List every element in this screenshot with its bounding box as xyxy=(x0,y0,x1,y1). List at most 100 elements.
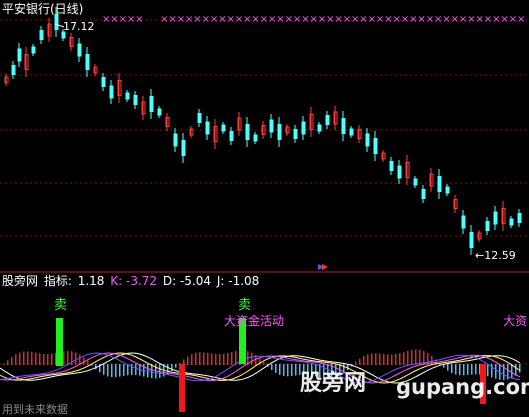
marker-x: × xyxy=(442,14,450,25)
marker-x: × xyxy=(135,14,143,25)
price-candles xyxy=(4,7,522,255)
marker-x: × xyxy=(127,14,135,25)
candle-body xyxy=(109,85,114,99)
candle-body xyxy=(493,211,498,225)
top-markers: × × × × × × × × × × × × × × × × × × × × × × × × × × × × × × × × × × × × × × × ×… xyxy=(102,14,525,25)
histogram-bar xyxy=(371,353,373,365)
marker-x: × xyxy=(285,14,293,25)
marker-x: × xyxy=(476,14,484,25)
marker-x: × xyxy=(251,14,259,25)
marker-x: × xyxy=(351,14,359,25)
histogram-bar xyxy=(11,356,13,365)
scroll-arrow-icon-2[interactable] xyxy=(322,264,328,270)
histogram-bar xyxy=(227,352,229,365)
histogram-bar xyxy=(63,351,65,365)
histogram-bar xyxy=(459,364,461,376)
histogram-bar xyxy=(363,356,365,365)
candle-body xyxy=(485,221,490,231)
histogram-bar xyxy=(379,353,381,365)
histogram-bar xyxy=(279,364,281,375)
histogram-bar xyxy=(451,364,453,374)
marker-x: × xyxy=(160,14,168,25)
candle-body xyxy=(149,96,154,112)
marker-x: × xyxy=(202,14,210,25)
candle-body xyxy=(157,108,162,116)
candle-body xyxy=(277,124,282,140)
histogram-bar xyxy=(19,352,21,365)
window-title: 平安银行(日线) xyxy=(2,2,84,16)
histogram-bar xyxy=(7,360,9,365)
histogram-bar xyxy=(455,364,457,375)
candle-body xyxy=(253,134,258,142)
histogram-bar xyxy=(35,352,37,365)
histogram-bar xyxy=(231,351,233,365)
histogram-bar xyxy=(51,353,53,365)
watermark-domain: gupang.com xyxy=(396,375,529,399)
sell-signal-2: 卖 xyxy=(238,298,252,313)
histogram-bar xyxy=(415,349,417,365)
candle-body xyxy=(125,92,130,100)
indicator-value: 1.18 xyxy=(77,274,105,288)
candle-body xyxy=(85,54,90,70)
candle-body xyxy=(11,65,16,75)
candle-body xyxy=(205,121,210,135)
indicator-name[interactable]: 股旁网 xyxy=(2,274,38,288)
candle-body xyxy=(245,124,250,140)
histogram-bar xyxy=(375,353,377,365)
histogram-bar xyxy=(15,354,17,365)
candle-body xyxy=(54,14,59,30)
candle-body xyxy=(413,178,418,186)
histogram-bar xyxy=(387,354,389,365)
marker-x: × xyxy=(334,14,342,25)
histogram-bar xyxy=(519,364,521,373)
marker-x: × xyxy=(210,14,218,25)
histogram-bar xyxy=(107,364,109,377)
histogram-bar xyxy=(471,364,473,375)
histogram-bar xyxy=(287,364,289,377)
marker-x: × xyxy=(168,14,176,25)
histogram-bar xyxy=(283,364,285,376)
histogram-bar xyxy=(87,360,89,365)
candle-body xyxy=(421,189,426,199)
indicator-header: 股旁网 指标: 1.18 K: -3.72 D: -5.04 J: -1.08 xyxy=(2,274,261,288)
d-value: D: -5.04 xyxy=(162,274,212,288)
marker-x: × xyxy=(326,14,334,25)
histogram-bar xyxy=(403,352,405,365)
histogram-bar xyxy=(23,351,25,365)
candle-body xyxy=(101,77,106,87)
histogram-bar xyxy=(171,364,173,372)
marker-x: × xyxy=(500,14,508,25)
marker-x: × xyxy=(310,14,318,25)
candle-body xyxy=(173,133,178,147)
histogram-bar xyxy=(39,353,41,365)
high-price-label: 17.12 xyxy=(63,20,95,33)
big-fund-label-1: 大资金活动 xyxy=(224,314,285,328)
candle-body xyxy=(341,118,346,134)
marker-x: × xyxy=(492,14,500,25)
histogram-bar xyxy=(135,364,137,376)
marker-x: × xyxy=(459,14,467,25)
marker-x: × xyxy=(193,14,201,25)
marker-x: × xyxy=(409,14,417,25)
histogram-bar xyxy=(263,362,265,365)
histogram-bar xyxy=(383,353,385,365)
marker-x: × xyxy=(318,14,326,25)
histogram-bar xyxy=(211,353,213,365)
marker-x: × xyxy=(276,14,284,25)
histogram-bar xyxy=(395,354,397,365)
histogram-bar xyxy=(407,350,409,365)
candle-body xyxy=(445,186,450,194)
candle-body xyxy=(77,43,82,57)
histogram-bar xyxy=(399,353,401,365)
marker-x: × xyxy=(384,14,392,25)
candle-body xyxy=(373,138,378,154)
candle-body xyxy=(31,46,36,54)
histogram-bar xyxy=(27,351,29,365)
marker-x: × xyxy=(426,14,434,25)
histogram-bar xyxy=(391,354,393,365)
watermark-text: 股旁网 xyxy=(300,371,367,396)
j-value: J: -1.08 xyxy=(216,274,260,288)
histogram-bar xyxy=(467,364,469,375)
marker-x: × xyxy=(227,14,235,25)
histogram-bar xyxy=(31,351,33,365)
